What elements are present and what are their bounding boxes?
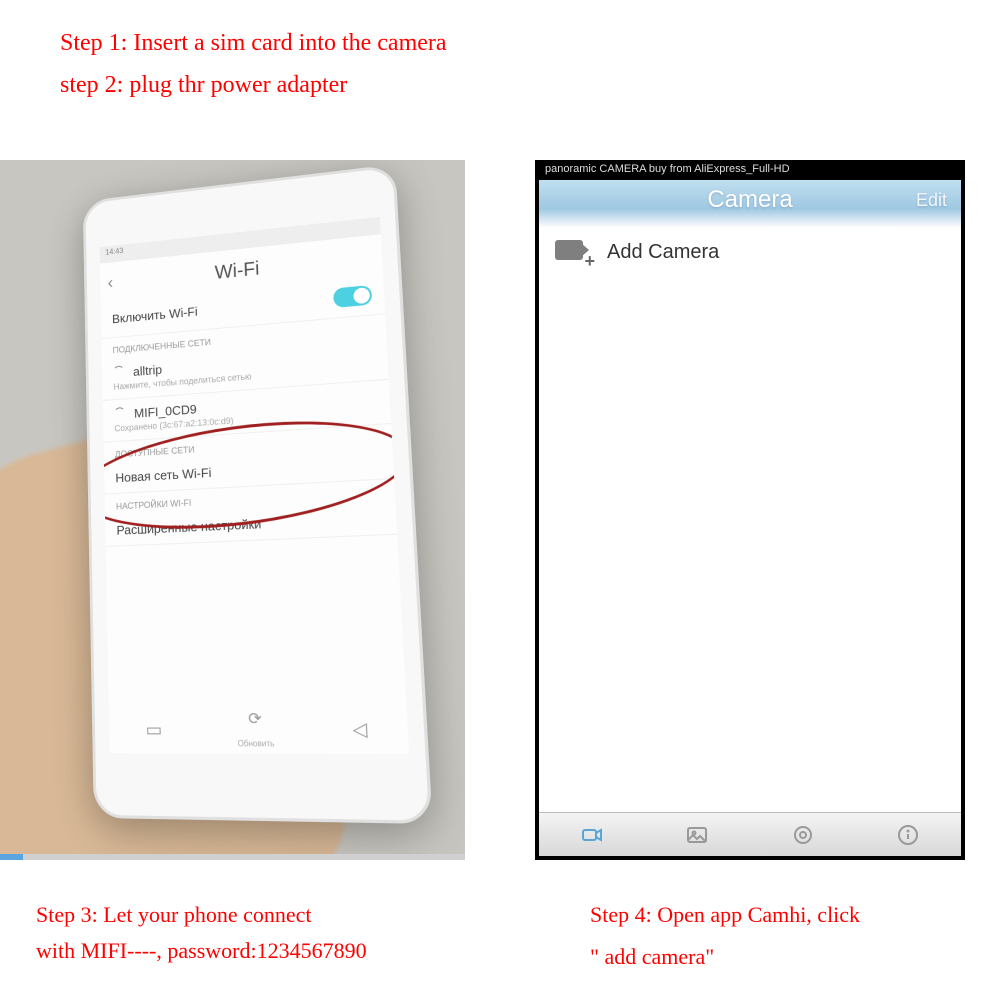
nav-refresh-icon[interactable]: ⟳	[236, 708, 273, 729]
network-name: MIFI_0CD9	[134, 402, 197, 421]
instruction-step-2: step 2: plug thr power adapter	[60, 72, 347, 99]
instruction-step-4a: Step 4: Open app Camhi, click	[590, 902, 860, 928]
wifi-toggle-label: Включить Wi-Fi	[112, 304, 198, 326]
tab-info[interactable]	[856, 813, 962, 856]
video-caption-bar: panoramic CAMERA buy from AliExpress_Ful…	[539, 160, 961, 180]
wifi-toggle-switch[interactable]	[333, 285, 372, 308]
app-screenshot-panel: panoramic CAMERA buy from AliExpress_Ful…	[535, 160, 965, 860]
phone-screen: 14:43 ‹ Wi-Fi Включить Wi-Fi ПОДКЛЮЧЕННЫ…	[100, 217, 409, 754]
video-caption-text: panoramic CAMERA buy from AliExpress_Ful…	[545, 163, 790, 175]
network-name: alltrip	[133, 362, 162, 379]
add-camera-label: Add Camera	[607, 241, 719, 264]
phone-photo-panel: 14:43 ‹ Wi-Fi Включить Wi-Fi ПОДКЛЮЧЕННЫ…	[0, 160, 465, 860]
app-tab-bar	[539, 812, 961, 856]
instruction-step-3a: Step 3: Let your phone connect	[36, 902, 312, 928]
edit-button[interactable]: Edit	[916, 180, 947, 220]
app-title: Camera	[707, 186, 792, 213]
tab-settings[interactable]	[750, 813, 856, 856]
refresh-label: Обновить	[237, 738, 274, 748]
app-body-empty	[539, 276, 961, 812]
wifi-signal-icon	[113, 365, 124, 377]
app-header-bar: Camera Edit	[539, 180, 961, 228]
video-progress-bar[interactable]	[0, 854, 465, 860]
tab-gallery[interactable]	[645, 813, 751, 856]
instruction-step-1: Step 1: Insert a sim card into the camer…	[60, 30, 447, 57]
nav-back-icon[interactable]: ◁	[352, 718, 368, 741]
app-window: panoramic CAMERA buy from AliExpress_Ful…	[539, 160, 961, 856]
add-camera-row[interactable]: + Add Camera	[539, 228, 961, 276]
instruction-step-3b: with MIFI----, password:1234567890	[36, 938, 367, 964]
status-time: 14:43	[105, 247, 123, 257]
phone-nav-dock: ▭ ⟳ Обновить ◁	[109, 704, 409, 754]
back-icon[interactable]: ‹	[107, 273, 113, 293]
wifi-signal-icon	[114, 407, 125, 419]
row-label: Новая сеть Wi-Fi	[115, 465, 211, 485]
wifi-title: Wi-Fi	[214, 258, 259, 283]
tab-camera[interactable]	[539, 813, 645, 856]
camera-add-icon: +	[555, 240, 591, 264]
instruction-step-4b: " add camera"	[590, 944, 714, 970]
nav-recents-icon[interactable]: ▭	[145, 719, 162, 741]
smartphone-device: 14:43 ‹ Wi-Fi Включить Wi-Fi ПОДКЛЮЧЕННЫ…	[83, 164, 433, 824]
row-label: Расширенные настройки	[116, 516, 261, 537]
